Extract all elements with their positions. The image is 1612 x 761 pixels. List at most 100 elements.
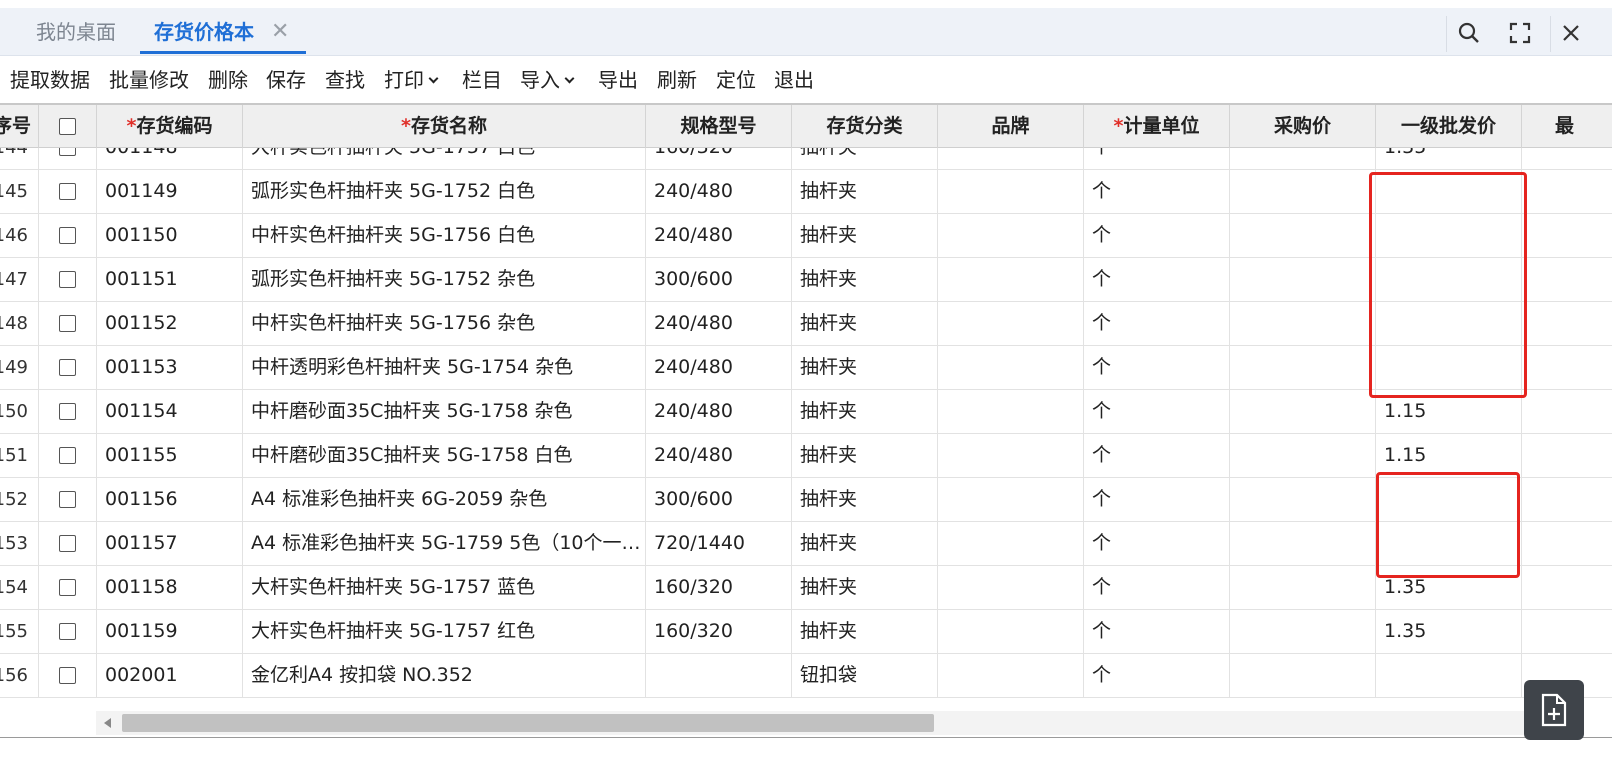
cell-purchase-price[interactable] bbox=[1230, 566, 1376, 609]
cell-select[interactable] bbox=[39, 610, 97, 653]
table-row[interactable]: 152 001156A4 标准彩色抽杆夹 6G-2059 杂色300/600抽杆夹… bbox=[0, 478, 1612, 522]
cell-brand[interactable] bbox=[938, 170, 1084, 213]
col-header-unit[interactable]: *计量单位 bbox=[1084, 105, 1230, 148]
cell-select[interactable] bbox=[39, 302, 97, 345]
cell-code[interactable]: 002001 bbox=[97, 654, 243, 697]
cell-unit[interactable]: 个 bbox=[1084, 522, 1230, 565]
cell-wholesale-1[interactable]: 1.35 bbox=[1376, 610, 1522, 653]
save-button[interactable]: 保存 bbox=[266, 57, 306, 103]
cell-purchase-price[interactable] bbox=[1230, 478, 1376, 521]
cell-next[interactable] bbox=[1522, 522, 1612, 565]
fullscreen-icon[interactable] bbox=[1505, 18, 1535, 48]
cell-brand[interactable] bbox=[938, 522, 1084, 565]
cell-brand[interactable] bbox=[938, 566, 1084, 609]
col-header-seq[interactable]: 序号 bbox=[0, 105, 39, 148]
cell-select[interactable] bbox=[39, 258, 97, 301]
cell-unit[interactable]: 个 bbox=[1084, 390, 1230, 433]
cell-brand[interactable] bbox=[938, 258, 1084, 301]
cell-next[interactable] bbox=[1522, 258, 1612, 301]
cell-name[interactable]: 中杆磨砂面35C抽杆夹 5G-1758 杂色 bbox=[243, 390, 646, 433]
cell-category[interactable]: 抽杆夹 bbox=[792, 346, 938, 389]
col-header-code[interactable]: *存货编码 bbox=[97, 105, 243, 148]
select-all-checkbox[interactable] bbox=[59, 118, 76, 135]
cell-unit[interactable]: 个 bbox=[1084, 214, 1230, 257]
cell-category[interactable]: 抽杆夹 bbox=[792, 214, 938, 257]
row-checkbox[interactable] bbox=[59, 315, 76, 332]
cell-spec[interactable]: 240/480 bbox=[646, 390, 792, 433]
cell-spec[interactable]: 300/600 bbox=[646, 478, 792, 521]
table-row[interactable]: 156 002001金亿利A4 按扣袋 NO.352 钮扣袋 个 bbox=[0, 654, 1612, 698]
row-checkbox[interactable] bbox=[59, 667, 76, 684]
cell-name[interactable]: 中杆透明彩色杆抽杆夹 5G-1754 杂色 bbox=[243, 346, 646, 389]
cell-code[interactable]: 001156 bbox=[97, 478, 243, 521]
cell-name[interactable]: 弧形实色杆抽杆夹 5G-1752 白色 bbox=[243, 170, 646, 213]
cell-select[interactable] bbox=[39, 434, 97, 477]
cell-category[interactable]: 抽杆夹 bbox=[792, 522, 938, 565]
cell-name[interactable]: 中杆磨砂面35C抽杆夹 5G-1758 白色 bbox=[243, 434, 646, 477]
row-checkbox[interactable] bbox=[59, 579, 76, 596]
cell-unit[interactable]: 个 bbox=[1084, 478, 1230, 521]
cell-code[interactable]: 001153 bbox=[97, 346, 243, 389]
cell-purchase-price[interactable] bbox=[1230, 610, 1376, 653]
import-dropdown[interactable]: 导入 bbox=[520, 57, 575, 103]
cell-purchase-price[interactable] bbox=[1230, 214, 1376, 257]
cell-next[interactable] bbox=[1522, 566, 1612, 609]
tab-inventory-price-book[interactable]: 存货价格本 ✕ bbox=[140, 8, 306, 56]
cell-purchase-price[interactable] bbox=[1230, 258, 1376, 301]
cell-brand[interactable] bbox=[938, 214, 1084, 257]
cell-spec[interactable]: 160/320 bbox=[646, 610, 792, 653]
cell-spec[interactable]: 240/480 bbox=[646, 302, 792, 345]
table-row[interactable]: 153 001157A4 标准彩色抽杆夹 5G-1759 5色（10个一…720/… bbox=[0, 522, 1612, 566]
scrollbar-thumb[interactable] bbox=[122, 714, 934, 732]
delete-button[interactable]: 删除 bbox=[208, 57, 248, 103]
cell-spec[interactable]: 240/480 bbox=[646, 346, 792, 389]
row-checkbox[interactable] bbox=[59, 535, 76, 552]
cell-select[interactable] bbox=[39, 654, 97, 697]
cell-category[interactable]: 抽杆夹 bbox=[792, 258, 938, 301]
cell-spec[interactable]: 160/320 bbox=[646, 566, 792, 609]
cell-purchase-price[interactable] bbox=[1230, 522, 1376, 565]
cell-purchase-price[interactable] bbox=[1230, 654, 1376, 697]
print-dropdown[interactable]: 打印 bbox=[384, 57, 439, 103]
tab-close-icon[interactable]: ✕ bbox=[271, 8, 289, 56]
cell-brand[interactable] bbox=[938, 478, 1084, 521]
export-button[interactable]: 导出 bbox=[598, 57, 638, 103]
cell-next[interactable] bbox=[1522, 434, 1612, 477]
cell-brand[interactable] bbox=[938, 390, 1084, 433]
cell-next[interactable] bbox=[1522, 170, 1612, 213]
row-checkbox[interactable] bbox=[59, 227, 76, 244]
columns-button[interactable]: 栏目 bbox=[462, 57, 502, 103]
col-header-name[interactable]: *存货名称 bbox=[243, 105, 646, 148]
cell-code[interactable]: 001158 bbox=[97, 566, 243, 609]
cell-category[interactable]: 抽杆夹 bbox=[792, 478, 938, 521]
search-icon[interactable] bbox=[1454, 18, 1484, 48]
cell-category[interactable]: 抽杆夹 bbox=[792, 610, 938, 653]
cell-code[interactable]: 001157 bbox=[97, 522, 243, 565]
cell-purchase-price[interactable] bbox=[1230, 390, 1376, 433]
cell-unit[interactable]: 个 bbox=[1084, 566, 1230, 609]
cell-brand[interactable] bbox=[938, 434, 1084, 477]
scroll-left-icon[interactable] bbox=[104, 718, 111, 728]
col-header-next[interactable]: 最 bbox=[1522, 105, 1612, 148]
row-checkbox[interactable] bbox=[59, 447, 76, 464]
row-checkbox[interactable] bbox=[59, 491, 76, 508]
cell-purchase-price[interactable] bbox=[1230, 346, 1376, 389]
cell-unit[interactable]: 个 bbox=[1084, 170, 1230, 213]
cell-name[interactable]: 大杆实色杆抽杆夹 5G-1757 蓝色 bbox=[243, 566, 646, 609]
cell-spec[interactable]: 240/480 bbox=[646, 170, 792, 213]
col-header-purchase-price[interactable]: 采购价 bbox=[1230, 105, 1376, 148]
cell-name[interactable]: 弧形实色杆抽杆夹 5G-1752 杂色 bbox=[243, 258, 646, 301]
horizontal-scrollbar[interactable] bbox=[96, 711, 1536, 735]
cell-name[interactable]: 大杆实色杆抽杆夹 5G-1757 红色 bbox=[243, 610, 646, 653]
tab-home[interactable]: 我的桌面 bbox=[36, 8, 116, 56]
cell-code[interactable]: 001152 bbox=[97, 302, 243, 345]
cell-name[interactable]: A4 标准彩色抽杆夹 6G-2059 杂色 bbox=[243, 478, 646, 521]
row-checkbox[interactable] bbox=[59, 359, 76, 376]
cell-select[interactable] bbox=[39, 566, 97, 609]
cell-code[interactable]: 001151 bbox=[97, 258, 243, 301]
cell-next[interactable] bbox=[1522, 214, 1612, 257]
cell-wholesale-1[interactable]: 1.15 bbox=[1376, 434, 1522, 477]
cell-name[interactable]: 中杆实色杆抽杆夹 5G-1756 杂色 bbox=[243, 302, 646, 345]
cell-select[interactable] bbox=[39, 170, 97, 213]
cell-select[interactable] bbox=[39, 522, 97, 565]
